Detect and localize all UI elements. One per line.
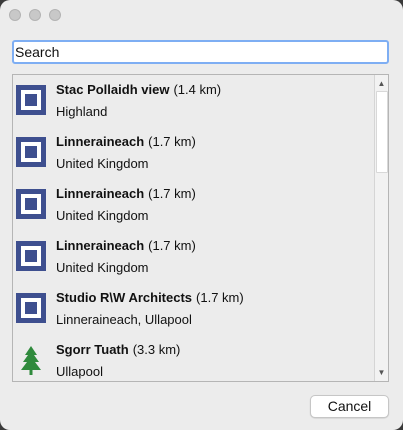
- viewpoint-icon: [16, 293, 46, 323]
- viewpoint-icon: [16, 241, 46, 271]
- result-distance: (1.7 km): [148, 238, 196, 253]
- list-item[interactable]: Sgorr Tuath (3.3 km) Ullapool: [13, 335, 375, 381]
- viewpoint-icon: [16, 137, 46, 167]
- list-item[interactable]: Stac Pollaidh view (1.4 km) Highland: [13, 75, 375, 127]
- list-item[interactable]: Linneraineach (1.7 km) United Kingdom: [13, 231, 375, 283]
- result-name: Sgorr Tuath: [56, 342, 129, 357]
- result-name: Linneraineach: [56, 238, 145, 253]
- result-name: Linneraineach: [56, 186, 145, 201]
- results-scrollbar[interactable]: ▲ ▼: [374, 75, 388, 381]
- result-location: Ullapool: [56, 364, 103, 379]
- minimize-window-button[interactable]: [29, 9, 41, 21]
- result-location: United Kingdom: [56, 208, 149, 223]
- viewpoint-icon: [16, 85, 46, 115]
- result-name: Stac Pollaidh view: [56, 82, 170, 97]
- list-item[interactable]: Linneraineach (1.7 km) United Kingdom: [13, 127, 375, 179]
- result-distance: (3.3 km): [132, 342, 181, 357]
- result-location: United Kingdom: [56, 156, 149, 171]
- zoom-window-button[interactable]: [49, 9, 61, 21]
- result-location: Linneraineach, Ullapool: [56, 312, 192, 327]
- results-list-frame: Stac Pollaidh view (1.4 km) Highland Linn…: [12, 74, 389, 382]
- results-list[interactable]: Stac Pollaidh view (1.4 km) Highland Linn…: [13, 75, 375, 381]
- list-item[interactable]: Linneraineach (1.7 km) United Kingdom: [13, 179, 375, 231]
- result-name: Studio R\W Architects: [56, 290, 193, 305]
- viewpoint-icon: [16, 189, 46, 219]
- title-bar: [0, 0, 403, 30]
- scroll-up-arrow-icon[interactable]: ▲: [375, 77, 388, 90]
- result-distance: (1.7 km): [148, 134, 196, 149]
- scroll-thumb[interactable]: [376, 91, 388, 173]
- result-distance: (1.4 km): [173, 82, 222, 97]
- result-name: Linneraineach: [56, 134, 145, 149]
- search-input[interactable]: [12, 40, 389, 64]
- close-window-button[interactable]: [9, 9, 21, 21]
- cancel-button[interactable]: Cancel: [310, 395, 389, 418]
- result-location: United Kingdom: [56, 260, 149, 275]
- search-dialog: Stac Pollaidh view(1.4 km) Highland Linn…: [0, 0, 403, 430]
- result-distance: (1.7 km): [148, 186, 196, 201]
- list-item[interactable]: Studio R\W Architects (1.7 km) Linneraine…: [13, 283, 375, 335]
- scroll-down-arrow-icon[interactable]: ▼: [375, 366, 388, 379]
- tree-icon: [21, 346, 41, 375]
- result-distance: (1.7 km): [196, 290, 244, 305]
- result-location: Highland: [56, 104, 108, 119]
